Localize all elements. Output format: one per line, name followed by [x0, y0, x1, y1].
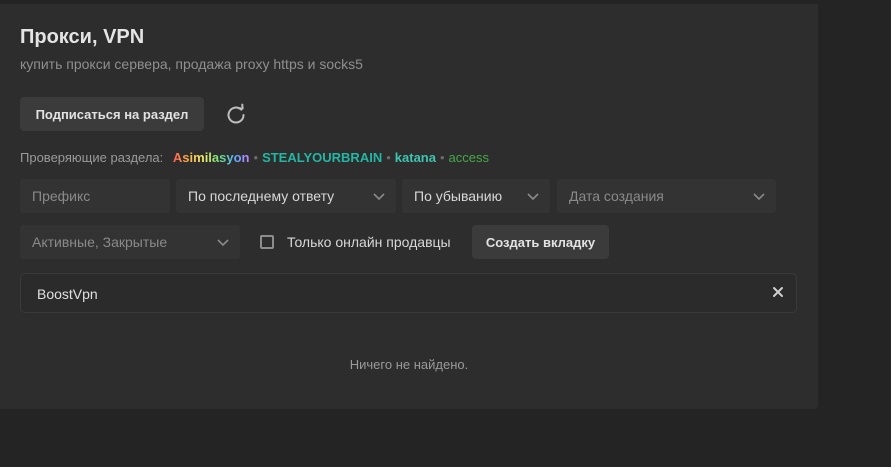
checkbox-box[interactable] [260, 235, 274, 249]
moderator-separator: • [253, 150, 259, 165]
page-subtitle: купить прокси сервера, продажа proxy htt… [20, 56, 363, 72]
subscribe-button[interactable]: Подписаться на раздел [20, 97, 204, 131]
search-tab[interactable]: BoostVpn [20, 273, 797, 313]
chevron-down-icon [753, 193, 765, 201]
creation-date-placeholder: Дата создания [569, 188, 664, 204]
forum-section-panel: Прокси, VPN купить прокси сервера, прода… [0, 4, 818, 409]
prefix-filter[interactable]: Префикс [20, 179, 170, 213]
section-moderators: Проверяющие раздела: Asimilasyon • STEALYO… [20, 150, 489, 165]
moderator-separator: • [439, 150, 445, 165]
prefix-filter-placeholder: Префикс [32, 188, 91, 204]
close-icon[interactable] [772, 286, 784, 298]
moderator-link[interactable]: katana [395, 150, 436, 165]
order-select[interactable]: По убыванию [402, 179, 550, 213]
thread-state-value: Активные, Закрытые [32, 234, 168, 250]
moderator-link[interactable]: Asimilasyon [173, 150, 250, 165]
online-sellers-checkbox[interactable]: Только онлайн продавцы [260, 234, 451, 250]
sort-by-select[interactable]: По последнему ответу [176, 179, 396, 213]
moderator-separator: • [386, 150, 391, 165]
search-tab-label: BoostVpn [37, 286, 98, 302]
moderators-label: Проверяющие раздела: [20, 150, 164, 165]
chevron-down-icon [527, 193, 539, 201]
chevron-down-icon [217, 239, 229, 247]
moderator-link[interactable]: access [449, 150, 489, 165]
chevron-down-icon [373, 193, 385, 201]
empty-results-message: Ничего не найдено. [349, 357, 469, 372]
online-sellers-label: Только онлайн продавцы [287, 234, 451, 250]
page-title: Прокси, VPN [20, 26, 145, 48]
refresh-icon[interactable] [224, 103, 248, 127]
moderator-link[interactable]: STEALYOURBRAIN [262, 150, 382, 165]
sort-by-value: По последнему ответу [188, 188, 335, 204]
creation-date-select[interactable]: Дата создания [557, 179, 776, 213]
thread-state-select[interactable]: Активные, Закрытые [20, 225, 240, 259]
create-tab-button[interactable]: Создать вкладку [472, 225, 609, 259]
order-value: По убыванию [414, 188, 503, 204]
